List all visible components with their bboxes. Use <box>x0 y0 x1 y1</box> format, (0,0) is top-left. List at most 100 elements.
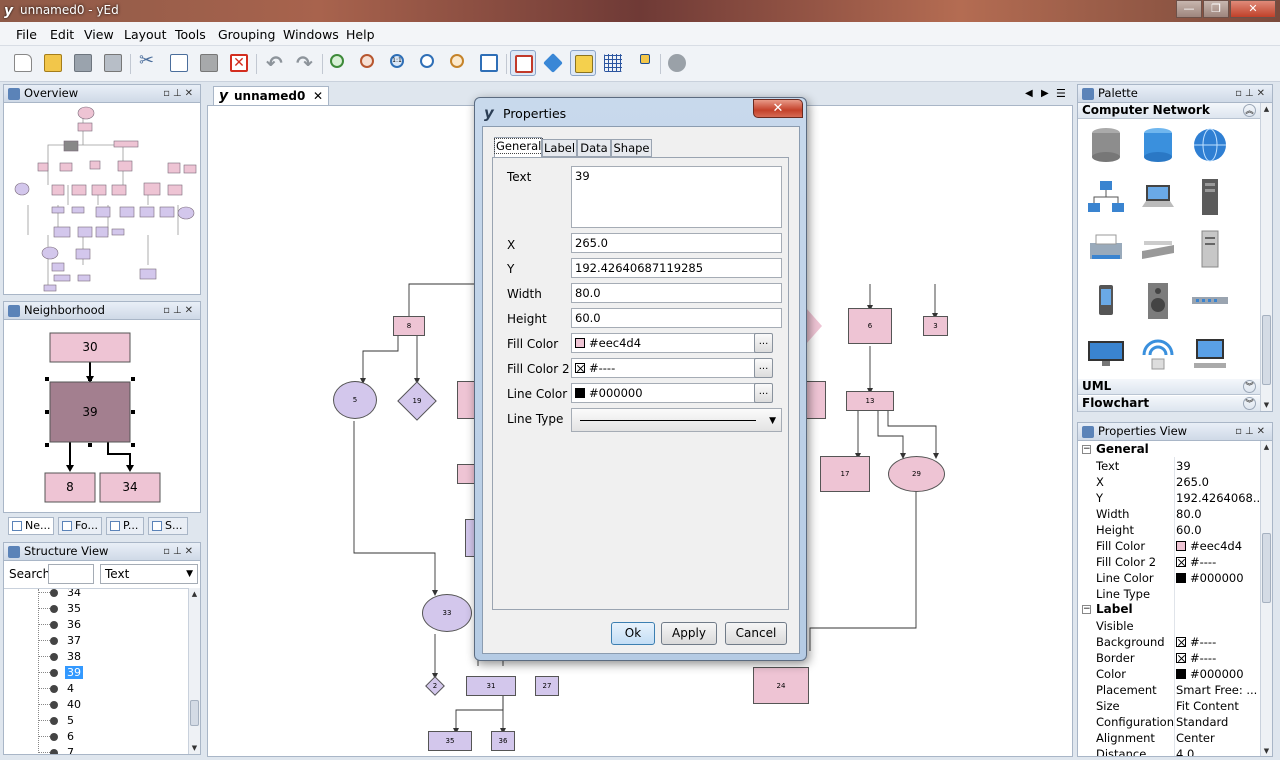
line-color-picker-button[interactable]: ... <box>754 383 773 403</box>
panel-controls-icon[interactable]: ▫⊥✕ <box>163 302 196 319</box>
snapping-button[interactable] <box>570 50 596 76</box>
tree-item[interactable]: 7 <box>4 745 190 754</box>
server-rack-icon[interactable] <box>1190 229 1230 269</box>
y-field[interactable]: 192.42640687119285 <box>571 258 782 278</box>
expand-icon[interactable]: ︾ <box>1243 380 1256 393</box>
globe-icon[interactable] <box>1190 125 1230 165</box>
pv-row[interactable]: Fill Color #eec4d4 <box>1078 538 1268 554</box>
tab-list-icon[interactable]: ☰ <box>1056 87 1066 100</box>
scanner-icon[interactable] <box>1138 229 1178 269</box>
document-tab[interactable]: y unnamed0 ✕ <box>213 86 329 106</box>
zoom-in-button[interactable] <box>326 50 352 76</box>
server-tower-icon[interactable] <box>1190 177 1230 217</box>
graph-node[interactable]: 35 <box>428 731 472 751</box>
tab-search[interactable]: S... <box>148 517 188 535</box>
save-as-button[interactable] <box>100 50 126 76</box>
grid-button[interactable] <box>600 50 626 76</box>
panel-controls-icon[interactable]: ▫⊥✕ <box>1235 85 1268 102</box>
tree-item-selected[interactable]: 39 <box>4 665 190 681</box>
scroll-up-icon[interactable]: ▲ <box>1261 103 1272 115</box>
graph-node[interactable]: 13 <box>846 391 894 411</box>
graph-node[interactable]: 19 <box>395 381 439 421</box>
printer-icon[interactable] <box>1086 229 1126 269</box>
pv-row[interactable]: Text 39 <box>1078 458 1268 474</box>
copy-button[interactable] <box>166 50 192 76</box>
graph-node-partial[interactable] <box>457 464 475 484</box>
pv-row[interactable]: Distance 4.0 <box>1078 746 1268 756</box>
tab-left-icon[interactable]: ◀ <box>1025 88 1033 99</box>
paste-button[interactable] <box>196 50 222 76</box>
panel-controls-icon[interactable]: ▫⊥✕ <box>163 543 196 560</box>
pv-row[interactable]: Visible✓ <box>1078 618 1268 634</box>
zoom-100-button[interactable]: 1:1 <box>386 50 412 76</box>
edit-mode-button[interactable] <box>510 50 536 76</box>
structure-search-input[interactable] <box>48 564 94 584</box>
menu-windows[interactable]: Windows <box>283 27 339 42</box>
scroll-thumb[interactable] <box>1262 315 1271 385</box>
text-field[interactable]: 39 <box>571 166 782 228</box>
height-field[interactable]: 60.0 <box>571 308 782 328</box>
collapse-icon[interactable]: − <box>1082 605 1091 614</box>
fit-content-button[interactable] <box>476 50 502 76</box>
tree-item[interactable]: 35 <box>4 601 190 617</box>
palette-section-uml[interactable]: UML ︾ <box>1078 379 1260 395</box>
tree-item[interactable]: 4 <box>4 681 190 697</box>
tree-item[interactable]: 37 <box>4 633 190 649</box>
speaker-icon[interactable] <box>1138 281 1178 321</box>
pv-row[interactable]: Background #---- <box>1078 634 1268 650</box>
menu-file[interactable]: File <box>16 27 37 42</box>
palette-section-flowchart[interactable]: Flowchart ︾ <box>1078 396 1260 412</box>
database-icon[interactable] <box>1086 125 1126 165</box>
menu-layout[interactable]: Layout <box>124 27 167 42</box>
width-field[interactable]: 80.0 <box>571 283 782 303</box>
pv-row[interactable]: Size Fit Content <box>1078 698 1268 714</box>
graph-node[interactable]: 5 <box>333 381 377 419</box>
pv-row[interactable]: Placement Smart Free: ... <box>1078 682 1268 698</box>
scroll-down-icon[interactable]: ▼ <box>1261 745 1272 756</box>
save-button[interactable] <box>70 50 96 76</box>
graph-node[interactable]: 29 <box>888 456 945 492</box>
fill-color-picker-button[interactable]: ... <box>754 333 773 353</box>
collapse-icon[interactable]: − <box>1082 445 1091 454</box>
pv-row[interactable]: Configuration Standard <box>1078 714 1268 730</box>
tree-item[interactable]: 6 <box>4 729 190 745</box>
pv-row[interactable]: Line Type <box>1078 586 1268 602</box>
menu-edit[interactable]: Edit <box>50 27 74 42</box>
zoom-area-button[interactable] <box>446 50 472 76</box>
structure-tree[interactable]: 34 35 36 37 38 39 4 40 5 6 7 <box>4 588 190 754</box>
fill-color-field[interactable]: #eec4d4 <box>571 333 764 353</box>
dialog-close-button[interactable]: ✕ <box>753 99 803 118</box>
graph-node[interactable]: 27 <box>535 676 559 696</box>
scroll-down-icon[interactable]: ▼ <box>1261 399 1272 411</box>
tab-folding[interactable]: Fo... <box>58 517 102 535</box>
graph-node[interactable]: 36 <box>491 731 515 751</box>
cancel-button[interactable]: Cancel <box>725 622 787 645</box>
navigation-mode-button[interactable] <box>540 50 566 76</box>
palette-scrollbar[interactable]: ▲ ▼ <box>1260 103 1272 411</box>
pv-row[interactable]: Border #---- <box>1078 650 1268 666</box>
menu-grouping[interactable]: Grouping <box>218 27 275 42</box>
pv-row[interactable]: Width 80.0 <box>1078 506 1268 522</box>
workstation-icon[interactable] <box>1190 333 1230 373</box>
scroll-thumb[interactable] <box>190 700 199 726</box>
minimize-button[interactable]: — <box>1176 0 1202 18</box>
database-blue-icon[interactable] <box>1138 125 1178 165</box>
structure-scrollbar[interactable]: ▲ ▼ <box>188 588 200 754</box>
pv-section-label[interactable]: − Label <box>1078 602 1268 618</box>
maximize-button[interactable]: ❐ <box>1203 0 1229 18</box>
line-type-select[interactable]: ▼ <box>571 408 782 432</box>
menu-tools[interactable]: Tools <box>175 27 206 42</box>
delete-button[interactable]: ✕ <box>226 50 252 76</box>
monitor-icon[interactable] <box>1086 333 1126 373</box>
tab-label[interactable]: Label <box>542 139 577 157</box>
fill-color-2-picker-button[interactable]: ... <box>754 358 773 378</box>
graph-node[interactable]: 6 <box>848 308 892 344</box>
close-tab-icon[interactable]: ✕ <box>313 87 323 105</box>
pv-row[interactable]: X 265.0 <box>1078 474 1268 490</box>
orthogonal-edges-button[interactable] <box>630 50 656 76</box>
graph-node[interactable]: 8 <box>393 316 425 336</box>
graph-node[interactable]: 31 <box>466 676 516 696</box>
menu-view[interactable]: View <box>84 27 114 42</box>
tab-shape[interactable]: Shape <box>611 139 652 157</box>
ok-button[interactable]: Ok <box>611 622 655 645</box>
